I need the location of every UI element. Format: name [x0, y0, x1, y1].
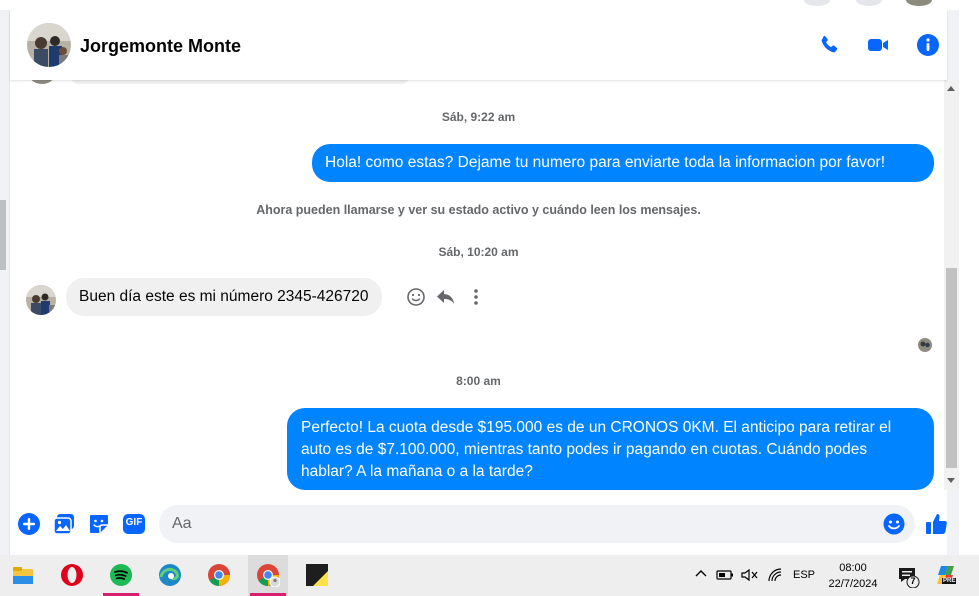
copilot-icon[interactable]: PRE — [935, 563, 959, 589]
right-page-gutter — [959, 10, 979, 555]
contact-avatar-small[interactable] — [26, 285, 56, 315]
scroll-thumb[interactable] — [946, 268, 957, 468]
file-explorer-app[interactable] — [3, 555, 43, 596]
spotify-icon — [109, 563, 133, 587]
info-icon[interactable] — [916, 33, 940, 57]
add-icon[interactable] — [17, 512, 41, 536]
message-list[interactable]: Sáb, 9:22 am Hola! como estas? Dejame tu… — [10, 80, 947, 495]
left-scroll-thumb[interactable] — [0, 200, 6, 270]
top-strip-avatar — [906, 0, 932, 6]
timestamp: Sáb, 10:20 am — [438, 245, 519, 259]
scroll-up-arrow[interactable] — [947, 86, 955, 91]
top-strip-circle — [804, 0, 830, 6]
notification-count: 7 — [910, 576, 916, 586]
emoji-icon[interactable] — [883, 513, 905, 535]
chrome-app[interactable] — [199, 555, 239, 596]
gif-icon[interactable]: GIF — [122, 512, 146, 536]
react-icon[interactable] — [406, 287, 426, 307]
message-input-container — [159, 505, 915, 543]
incoming-message[interactable]: Buen día este es mi número 2345-426720 — [66, 278, 382, 316]
chrome-profile-icon — [256, 563, 281, 588]
battery-icon[interactable] — [716, 568, 734, 585]
contact-name[interactable]: Jorgemonte Monte — [80, 36, 241, 57]
outgoing-message[interactable]: Hola! como estas? Dejame tu numero para … — [312, 144, 934, 182]
chat-window: Jorgemonte Monte Sáb, 9:22 am Hola! como… — [10, 10, 947, 555]
video-call-icon[interactable] — [866, 33, 890, 57]
spotify-app[interactable] — [101, 555, 141, 596]
clock-time: 08:00 — [839, 562, 867, 574]
chrome-profile-app[interactable] — [248, 555, 288, 596]
message-line: auto es de $7.100.000, mientras tanto po… — [301, 441, 868, 458]
sticky-notes-app[interactable] — [297, 555, 337, 596]
timestamp: Sáb, 9:22 am — [441, 110, 516, 124]
system-clock[interactable]: 08:00 22/7/2024 — [818, 560, 888, 592]
image-icon[interactable] — [52, 512, 76, 536]
chevron-up-icon[interactable] — [694, 567, 708, 584]
screen: Jorgemonte Monte Sáb, 9:22 am Hola! como… — [0, 0, 979, 596]
left-page-edge — [0, 10, 10, 555]
timestamp: 8:00 am — [456, 374, 501, 388]
speaker-muted-icon[interactable] — [741, 568, 759, 585]
previous-message-bubble — [70, 80, 410, 84]
edge-app[interactable] — [150, 555, 190, 596]
outgoing-message[interactable]: Perfecto! La cuota desde $195.000 es de … — [287, 408, 934, 490]
phone-icon[interactable] — [817, 33, 841, 57]
seen-receipt-avatar — [918, 338, 932, 352]
reply-icon[interactable] — [436, 287, 456, 307]
info-notice: Ahora pueden llamarse y ver su estado ac… — [256, 203, 701, 217]
top-strip-circle — [856, 0, 882, 6]
browser-top-strip — [0, 0, 979, 10]
gif-label: GIF — [125, 517, 143, 528]
windows-taskbar: ESP 08:00 22/7/2024 7 PRE — [0, 555, 979, 596]
message-line: hablar? A la mañana o a la tarde? — [301, 463, 533, 480]
opera-app[interactable] — [52, 555, 92, 596]
message-input[interactable] — [172, 505, 862, 543]
contact-avatar[interactable] — [27, 23, 71, 67]
file-explorer-icon — [11, 563, 35, 587]
input-language[interactable]: ESP — [793, 569, 815, 581]
more-icon[interactable] — [466, 287, 486, 307]
notifications-icon[interactable]: 7 — [897, 564, 921, 589]
edge-icon — [158, 563, 182, 587]
copilot-badge: PRE — [942, 578, 957, 584]
scroll-down-arrow[interactable] — [947, 478, 955, 483]
chat-header: Jorgemonte Monte — [10, 10, 947, 80]
chrome-icon — [207, 563, 231, 587]
message-line: Perfecto! La cuota desde $195.000 es de … — [301, 419, 892, 436]
clock-date: 22/7/2024 — [828, 578, 878, 590]
sticker-icon[interactable] — [87, 512, 111, 536]
chat-scrollbar[interactable] — [944, 80, 959, 490]
like-icon[interactable] — [925, 512, 949, 536]
composer-bar: GIF — [10, 495, 947, 555]
wifi-icon[interactable] — [767, 567, 783, 586]
opera-icon — [60, 563, 84, 587]
sticky-notes-icon — [305, 563, 329, 587]
previous-message-avatar — [30, 80, 54, 84]
